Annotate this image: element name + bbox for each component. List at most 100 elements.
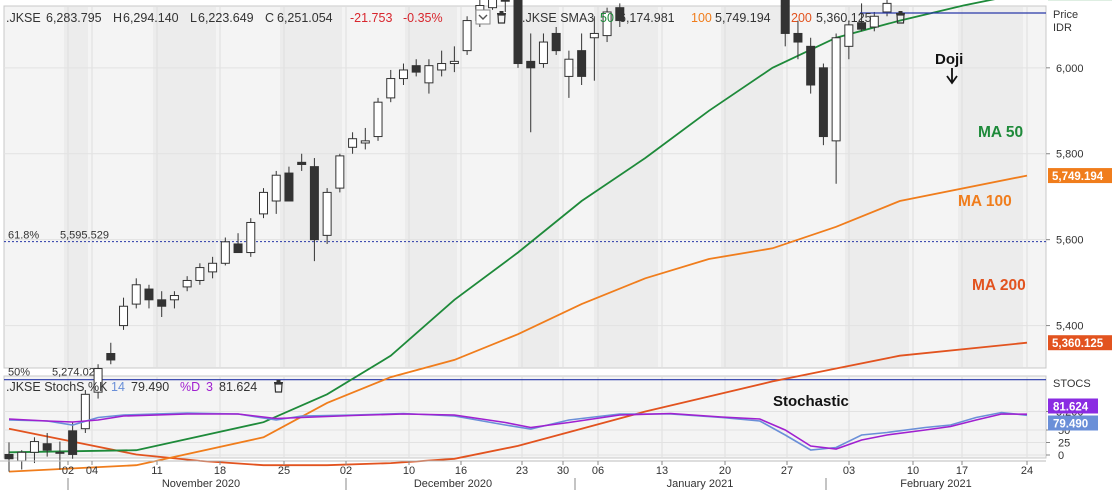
candle-body xyxy=(373,101,383,138)
open-value: 6,283.795 xyxy=(46,11,102,25)
candle-body xyxy=(208,262,218,273)
candle-body xyxy=(259,191,268,215)
candle-body xyxy=(360,140,370,144)
day-tick-label: 13 xyxy=(656,465,668,477)
ohlc-header: .JKSE 6,283.795 H 6,294.140 L 6,223.649 … xyxy=(6,11,872,25)
month-label: November 2020 xyxy=(162,478,240,490)
day-tick-label: 30 xyxy=(557,465,569,477)
sma100-period: 100 xyxy=(691,11,712,25)
candle-body xyxy=(449,60,459,65)
day-tick-label: 17 xyxy=(956,465,968,477)
day-tick-label: 06 xyxy=(592,465,604,477)
candle xyxy=(373,97,383,141)
candle-body xyxy=(246,221,256,254)
stoch-tag-text: 79.490 xyxy=(1053,419,1088,431)
candle-body xyxy=(348,138,358,148)
candle-body xyxy=(793,32,803,43)
day-tick-label: 23 xyxy=(516,465,528,477)
sma50-value: 6,174.981 xyxy=(619,11,675,25)
candle xyxy=(335,153,345,193)
stock-chart: 61.8% 5,595.529 50% 5,274.024 .JKSE 6,28… xyxy=(0,0,1116,492)
week-band xyxy=(405,7,457,367)
candle-body xyxy=(233,243,243,254)
candle-body xyxy=(882,2,892,13)
stoch-k-period: 14 xyxy=(111,380,125,394)
ma200-annotation: MA 200 xyxy=(972,277,1026,294)
stoch-d-value: 81.624 xyxy=(219,380,257,394)
price-tag-text: 5,749.194 xyxy=(1052,171,1104,183)
candle-body xyxy=(195,267,205,281)
candle-body xyxy=(577,50,587,77)
high-value: 6,294.140 xyxy=(123,11,179,25)
candle-body xyxy=(80,393,90,430)
close-value: 6,251.054 xyxy=(277,11,333,25)
candle-body xyxy=(131,284,141,305)
week-band xyxy=(845,7,909,367)
close-label: C xyxy=(265,11,274,25)
candle-body xyxy=(335,155,345,189)
price-tick-label: 6,000 xyxy=(1056,63,1084,75)
day-tick-label: 02 xyxy=(340,465,352,477)
day-tick-label: 27 xyxy=(781,465,793,477)
day-tick-label: 03 xyxy=(843,465,855,477)
stoch-axis-title: STOCS xyxy=(1053,378,1091,390)
sma100-value: 5,749.194 xyxy=(715,11,771,25)
price-tick-label: 5,600 xyxy=(1056,235,1084,247)
trash-icon xyxy=(274,382,283,384)
stoch-label: .JKSE StochS %K xyxy=(6,380,108,394)
stoch-tag: 81.624 xyxy=(1048,398,1098,414)
candle-body xyxy=(182,279,192,288)
candle-body xyxy=(526,60,536,69)
stoch-tick-label: 25 xyxy=(1058,438,1070,450)
day-tick-label: 18 xyxy=(214,465,226,477)
candle-body xyxy=(106,353,116,361)
low-value: 6,223.649 xyxy=(198,11,254,25)
low-label: L xyxy=(190,11,197,25)
candle-body xyxy=(17,451,27,462)
stoch-d-label: %D xyxy=(180,380,200,394)
candle xyxy=(806,37,816,94)
ma50-annotation: MA 50 xyxy=(978,124,1023,141)
candle xyxy=(80,390,90,433)
dropdown-button[interactable] xyxy=(475,9,491,25)
candle-body xyxy=(564,58,574,77)
candle xyxy=(462,16,472,55)
candle-body xyxy=(271,174,281,202)
stoch-d-period: 3 xyxy=(206,380,213,394)
candle-body xyxy=(831,37,841,142)
candle-body xyxy=(818,67,828,138)
candle xyxy=(259,188,268,219)
candle xyxy=(322,188,332,244)
fib-618-label: 61.8% xyxy=(8,230,39,242)
month-label: December 2020 xyxy=(414,478,492,490)
fib-50-label: 50% xyxy=(8,367,30,379)
price-tag-text: 5,360.125 xyxy=(1052,338,1104,350)
trash-icon-handle xyxy=(499,11,504,13)
trash-icon-handle xyxy=(898,11,903,13)
price-tag: 5,749.194 xyxy=(1048,168,1112,184)
trash-icon xyxy=(497,13,506,15)
sma50-period: 50 xyxy=(600,11,614,25)
price-axis-unit: IDR xyxy=(1053,22,1072,34)
candle-body xyxy=(386,78,396,99)
candle xyxy=(818,63,828,146)
change-percent: -0.35% xyxy=(403,11,443,25)
price-tag: 5,360.125 xyxy=(1048,335,1112,351)
week-band xyxy=(518,7,559,367)
sma-label: .JKSE SMA3 xyxy=(522,11,594,25)
doji-annotation: Doji xyxy=(935,51,963,68)
week-band xyxy=(721,7,783,367)
sma200-value: 5,360.125 xyxy=(816,11,872,25)
candle-body xyxy=(437,63,447,71)
stoch-tag: 79.490 xyxy=(1048,415,1098,431)
symbol-label: .JKSE xyxy=(6,11,41,25)
candle-body xyxy=(538,41,548,65)
candle-body xyxy=(806,45,816,86)
trash-icon-handle xyxy=(276,380,281,382)
candle-body xyxy=(68,430,78,455)
change-value: -21.753 xyxy=(350,11,392,25)
stoch-header: .JKSE StochS %K 14 79.490 %D 3 81.624 xyxy=(6,380,257,394)
stoch-k-value: 79.490 xyxy=(131,380,169,394)
high-label: H xyxy=(113,11,122,25)
stoch-tick-label: 0 xyxy=(1058,450,1064,462)
